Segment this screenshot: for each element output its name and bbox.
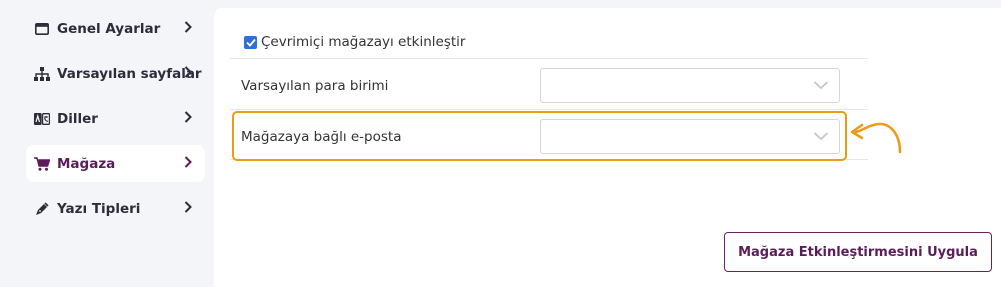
chevron-right-icon (184, 66, 192, 78)
sidebar-item-varsayilan-sayfalar[interactable]: Varsayılan sayfalar (26, 55, 205, 92)
currency-select[interactable] (540, 68, 840, 103)
enable-store-row[interactable]: Çevrimiçi mağazayı etkinleştir (244, 34, 465, 50)
email-field-highlight (232, 111, 847, 161)
enable-store-checkbox[interactable] (244, 35, 257, 49)
chevron-right-icon (184, 21, 192, 33)
language-icon (34, 111, 50, 127)
divider (230, 58, 868, 59)
currency-label: Varsayılan para birimi (241, 78, 389, 94)
sitemap-icon (34, 66, 50, 82)
cart-icon (34, 156, 50, 172)
store-settings-panel: Çevrimiçi mağazayı etkinleştir Varsayıla… (214, 8, 1001, 287)
sidebar-item-label: Genel Ayarlar (57, 20, 161, 37)
chevron-down-icon (813, 81, 829, 90)
sidebar-item-yazi-tipleri[interactable]: Yazı Tipleri (26, 190, 205, 227)
sidebar-item-label: Yazı Tipleri (57, 200, 141, 217)
window-icon (34, 21, 50, 37)
sidebar-item-label: Mağaza (57, 155, 116, 172)
chevron-right-icon (184, 156, 192, 168)
chevron-right-icon (184, 111, 192, 123)
apply-store-activation-button[interactable]: Mağaza Etkinleştirmesini Uygula (724, 232, 992, 272)
sidebar-item-genel-ayarlar[interactable]: Genel Ayarlar (26, 10, 205, 47)
pen-icon (34, 201, 50, 217)
sidebar-item-magaza[interactable]: Mağaza (26, 145, 205, 182)
divider (230, 109, 868, 110)
sidebar-item-label: Varsayılan sayfalar (57, 65, 202, 82)
enable-store-label: Çevrimiçi mağazayı etkinleştir (261, 34, 466, 50)
check-icon (245, 38, 256, 47)
sidebar-item-diller[interactable]: Diller (26, 100, 205, 137)
sidebar: Genel Ayarlar Varsayılan sayfalar Diller… (0, 0, 214, 287)
chevron-right-icon (184, 201, 192, 213)
arrow-icon (850, 122, 902, 154)
sidebar-item-label: Diller (57, 110, 98, 127)
